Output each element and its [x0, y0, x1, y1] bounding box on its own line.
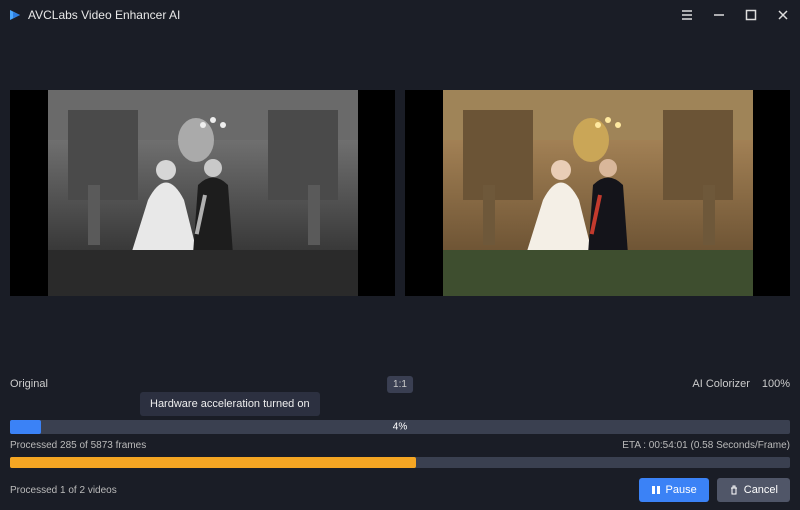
pause-icon — [651, 485, 661, 495]
hw-accel-tooltip: Hardware acceleration turned on — [140, 392, 320, 416]
action-buttons: Pause Cancel — [639, 478, 790, 502]
video-progress-bar — [10, 457, 790, 468]
maximize-icon[interactable] — [744, 8, 758, 22]
frame-stats: Processed 285 of 5873 frames ETA : 00:54… — [10, 440, 790, 451]
frame-progress-bar: 4% — [10, 420, 790, 434]
window-controls — [680, 8, 790, 22]
compare-area — [0, 30, 800, 296]
logo-icon — [8, 8, 22, 22]
menu-icon[interactable] — [680, 8, 694, 22]
trash-icon — [729, 485, 739, 495]
minimize-icon[interactable] — [712, 8, 726, 22]
cancel-label: Cancel — [744, 484, 778, 496]
colorized-pane — [405, 90, 790, 296]
original-frame — [48, 90, 358, 296]
pause-button[interactable]: Pause — [639, 478, 709, 502]
frame-progress-percent: 4% — [393, 422, 407, 433]
zoom-level: 100% — [762, 378, 790, 390]
original-label: Original — [10, 378, 48, 390]
eta-label: ETA : 00:54:01 (0.58 Seconds/Frame) — [622, 440, 790, 451]
app-logo: AVCLabs Video Enhancer AI — [8, 8, 180, 22]
compare-labels: Original 1:1 AI Colorizer 100% — [10, 378, 790, 390]
cancel-button[interactable]: Cancel — [717, 478, 790, 502]
frames-processed-label: Processed 285 of 5873 frames — [10, 440, 146, 451]
videos-processed-label: Processed 1 of 2 videos — [10, 485, 117, 496]
pause-label: Pause — [666, 484, 697, 496]
frame-progress-fill — [10, 420, 41, 434]
progress-section: 4% Processed 285 of 5873 frames ETA : 00… — [10, 420, 790, 502]
footer-row: Processed 1 of 2 videos Pause Cancel — [10, 478, 790, 502]
mode-label: AI Colorizer — [692, 378, 749, 390]
close-icon[interactable] — [776, 8, 790, 22]
video-progress-fill — [10, 457, 416, 468]
original-pane — [10, 90, 395, 296]
aspect-ratio-badge[interactable]: 1:1 — [387, 376, 413, 393]
titlebar: AVCLabs Video Enhancer AI — [0, 0, 800, 30]
app-title: AVCLabs Video Enhancer AI — [28, 8, 180, 22]
colorized-frame — [443, 90, 753, 296]
